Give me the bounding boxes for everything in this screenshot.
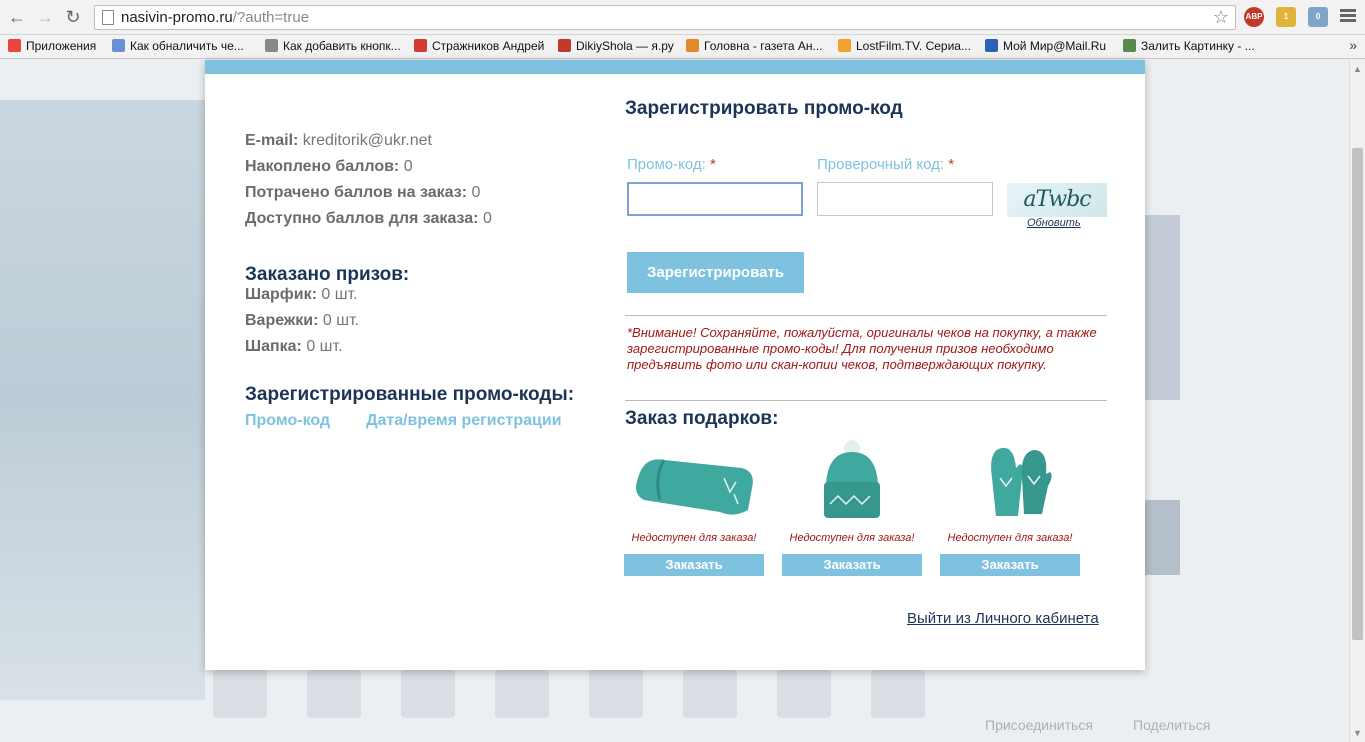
bookmark-label: Приложения [26, 39, 97, 53]
bookmark-item[interactable]: Залить Картинку - ... [1123, 39, 1255, 53]
register-section: Зарегистрировать промо-код Промо-код: * … [624, 98, 1107, 576]
bookmark-favicon-icon [8, 39, 21, 52]
divider [625, 400, 1107, 401]
gifts-title: Заказ подарков: [625, 408, 779, 429]
prize-mittens: Варежки: 0 шт. [245, 312, 360, 329]
bookmark-favicon-icon [686, 39, 699, 52]
accumulated-points: Накоплено баллов: 0 [245, 158, 413, 175]
codes-column-date: Дата/время регистрации [366, 412, 562, 429]
bookmark-item[interactable]: LostFilm.TV. Сериа... [838, 39, 971, 53]
bookmark-label: Как обналичить че... [130, 39, 244, 53]
extension-notification-icon[interactable]: 1 [1276, 7, 1296, 27]
bookmark-label: DikiyShola — я.ру [576, 39, 674, 53]
gift-scarf: Недоступен для заказа! Заказать [624, 438, 764, 576]
codes-title: Зарегистрированные промо-коды: [245, 384, 575, 405]
bookmark-item[interactable]: Как добавить кнопк... [265, 39, 401, 53]
email-line: E-mail: kreditorik@ukr.net [245, 132, 432, 149]
bookmark-item[interactable]: Мой Мир@Mail.Ru [985, 39, 1106, 53]
join-link[interactable]: Присоединиться [985, 717, 1093, 733]
bookmark-label: Мой Мир@Mail.Ru [1003, 39, 1107, 53]
scroll-down-icon[interactable]: ▼ [1353, 728, 1362, 738]
bookmark-favicon-icon [838, 39, 851, 52]
background-products [205, 670, 925, 720]
gift-status: Недоступен для заказа! [789, 532, 915, 544]
prize-hat: Шапка: 0 шт. [245, 338, 343, 355]
browser-toolbar: ← → ↻ nasivin-promo.ru/?auth=true ☆ ABP … [0, 0, 1365, 35]
mittens-icon [940, 438, 1080, 524]
bookmark-item[interactable]: Как обналичить че... [112, 39, 244, 53]
hat-icon [782, 438, 922, 524]
captcha-refresh-link[interactable]: Обновить [1027, 217, 1081, 229]
forward-arrow-icon[interactable]: → [34, 6, 56, 28]
bookmark-label: Стражников Андрей [432, 39, 545, 53]
promo-code-input[interactable] [627, 182, 803, 216]
bookmark-item[interactable]: Головна - газета Ан... [686, 39, 823, 53]
bookmark-label: LostFilm.TV. Сериа... [856, 39, 971, 53]
check-code-label: Проверочный код: * [817, 156, 955, 173]
gift-status: Недоступен для заказа! [947, 532, 1073, 544]
register-title: Зарегистрировать промо-код [625, 98, 903, 119]
prize-scarf: Шарфик: 0 шт. [245, 286, 358, 303]
bookmarks-overflow-icon[interactable]: » [1349, 37, 1357, 53]
adblock-extension-icon[interactable]: ABP [1244, 7, 1264, 27]
address-url: nasivin-promo.ru/?auth=true [121, 9, 310, 26]
scroll-up-icon[interactable]: ▲ [1353, 64, 1362, 74]
gift-status: Недоступен для заказа! [631, 532, 757, 544]
codes-table-header: Промо-код Дата/время регистрации [245, 412, 605, 430]
promo-code-label: Промо-код: * [627, 156, 716, 173]
bookmark-favicon-icon [558, 39, 571, 52]
register-button[interactable]: Зарегистрировать [627, 252, 804, 293]
spent-points: Потрачено баллов на заказ: 0 [245, 184, 481, 201]
bookmark-favicon-icon [112, 39, 125, 52]
bookmark-favicon-icon [414, 39, 427, 52]
share-link[interactable]: Поделиться [1133, 717, 1210, 733]
bookmark-item[interactable]: Стражников Андрей [414, 39, 544, 53]
reload-icon[interactable]: ↻ [62, 6, 84, 28]
gift-mittens: Недоступен для заказа! Заказать [940, 438, 1080, 576]
bookmark-star-icon[interactable]: ☆ [1213, 7, 1229, 28]
bookmark-favicon-icon [985, 39, 998, 52]
order-hat-button[interactable]: Заказать [782, 554, 922, 576]
bookmark-favicon-icon [1123, 39, 1136, 52]
available-points: Доступно баллов для заказа: 0 [245, 210, 492, 227]
order-scarf-button[interactable]: Заказать [624, 554, 764, 576]
back-arrow-icon[interactable]: ← [6, 6, 28, 28]
bookmark-item[interactable]: DikiyShola — я.ру [558, 39, 674, 53]
check-code-input[interactable] [817, 182, 993, 216]
browser-menu-icon[interactable] [1340, 7, 1356, 25]
scroll-thumb[interactable] [1352, 148, 1363, 640]
prizes-title: Заказано призов: [245, 264, 410, 285]
receipt-warning: *Внимание! Сохраняйте, пожалуйста, ориги… [627, 325, 1097, 372]
page-scrollbar[interactable]: ▲ ▼ [1349, 60, 1365, 742]
bookmark-item[interactable]: Приложения [8, 39, 96, 53]
captcha-image: aTwbc [1007, 183, 1107, 217]
account-info: E-mail: kreditorik@ukr.net Накоплено бал… [245, 132, 605, 430]
divider [625, 315, 1107, 316]
logout-link[interactable]: Выйти из Личного кабинета [907, 610, 1099, 627]
order-mittens-button[interactable]: Заказать [940, 554, 1080, 576]
gift-hat: Недоступен для заказа! Заказать [782, 438, 922, 576]
bookmark-label: Головна - газета Ан... [704, 39, 823, 53]
bookmarks-bar: Приложения Как обналичить че... Как добави… [0, 35, 1365, 59]
account-modal: E-mail: kreditorik@ukr.net Накоплено бал… [205, 60, 1145, 670]
page-icon [102, 10, 114, 25]
address-bar[interactable]: nasivin-promo.ru/?auth=true ☆ [94, 5, 1236, 30]
bookmark-label: Залить Картинку - ... [1141, 39, 1255, 53]
bookmark-favicon-icon [265, 39, 278, 52]
scarf-icon [624, 438, 764, 524]
extension-message-icon[interactable]: 0 [1308, 7, 1328, 27]
bookmark-label: Как добавить кнопк... [283, 39, 401, 53]
background-photo [0, 100, 205, 700]
codes-column-code: Промо-код [245, 412, 331, 429]
